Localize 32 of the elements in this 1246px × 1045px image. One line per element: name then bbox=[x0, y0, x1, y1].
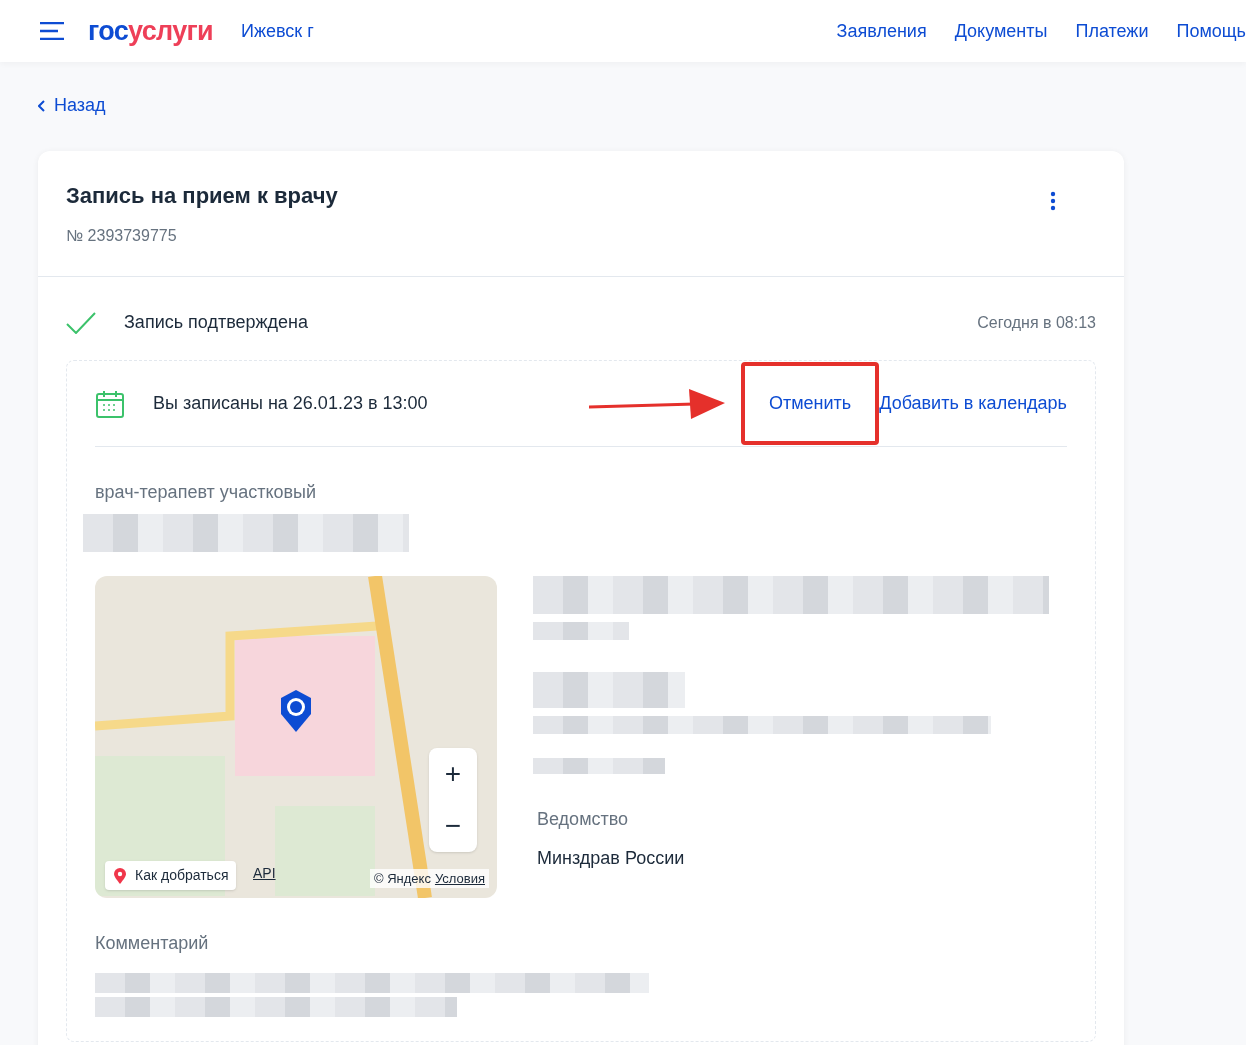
menu-icon[interactable] bbox=[40, 22, 64, 40]
action-link[interactable]: Добавить в календарь bbox=[879, 390, 1067, 417]
checkmark-icon bbox=[66, 311, 96, 334]
terms-link[interactable]: Условия bbox=[434, 868, 485, 888]
route-button[interactable]: Как добраться bbox=[105, 861, 237, 890]
map[interactable]: + − Как добраться API © Яндекс Условия bbox=[95, 576, 497, 898]
doctor-title: врач-терапевт участковый bbox=[95, 481, 318, 504]
status-text: Запись подтверждена bbox=[124, 311, 309, 334]
more-icon[interactable] bbox=[1050, 191, 1056, 211]
comment-label: Комментарий bbox=[95, 932, 210, 955]
card-title: Запись на прием к врачу bbox=[66, 182, 339, 210]
request-number: № 2393739775 bbox=[66, 226, 178, 246]
back-link[interactable]: Назад bbox=[38, 92, 106, 119]
city-link[interactable]: Ижевск г bbox=[241, 17, 314, 45]
status-time: Сегодня в 08:13 bbox=[977, 312, 1096, 333]
zoom-out-button[interactable]: − bbox=[429, 800, 477, 852]
api-link[interactable]: API bbox=[253, 863, 276, 884]
calendar-icon bbox=[95, 388, 125, 419]
nav-link[interactable]: Заявления bbox=[836, 17, 927, 45]
location-pin-icon bbox=[278, 688, 314, 734]
nav-link[interactable]: Документы bbox=[954, 17, 1048, 45]
copyright-text: © Яндекс bbox=[374, 869, 431, 888]
logo[interactable]: госуслуги bbox=[88, 10, 213, 52]
appointment-text: Вы записаны на 26.01.23 в 13:00 bbox=[153, 392, 428, 415]
nav-link[interactable]: Помощь bbox=[1176, 17, 1246, 45]
nav-link[interactable]: Платежи bbox=[1075, 17, 1149, 45]
department-label: Ведомство bbox=[537, 808, 630, 831]
pin-icon bbox=[113, 866, 127, 885]
department-value: Минздрав России bbox=[537, 847, 686, 870]
zoom-in-button[interactable]: + bbox=[429, 748, 477, 800]
action-link[interactable]: Отменить bbox=[741, 362, 880, 445]
chevron-left-icon bbox=[38, 99, 46, 112]
